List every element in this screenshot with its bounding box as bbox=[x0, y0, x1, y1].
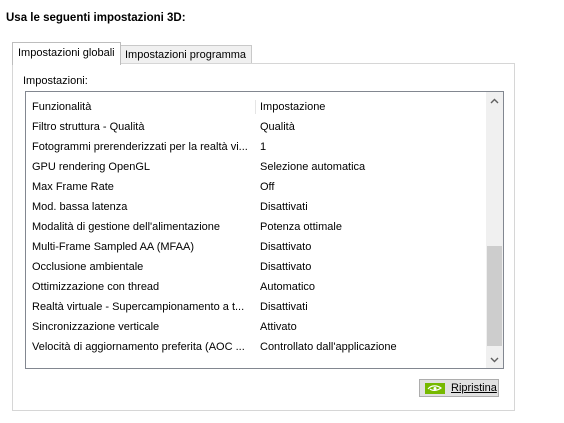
row-feature: GPU rendering OpenGL bbox=[32, 161, 151, 173]
settings-heading: Usa le seguenti impostazioni 3D: bbox=[6, 12, 186, 24]
row-setting: Potenza ottimale bbox=[260, 221, 342, 233]
row-setting: Disattivato bbox=[260, 261, 312, 273]
tab-program-settings[interactable]: Impostazioni programma bbox=[119, 45, 253, 64]
table-row[interactable]: Velocità di aggiornamento preferita (AOC… bbox=[26, 337, 486, 357]
row-setting: Selezione automatica bbox=[260, 161, 366, 173]
table-row[interactable]: Mod. bassa latenza Disattivati bbox=[26, 197, 486, 217]
table-row[interactable]: Ottimizzazione con thread Automatico bbox=[26, 277, 486, 297]
row-setting: Automatico bbox=[260, 281, 316, 293]
scroll-up-arrow-icon[interactable] bbox=[486, 92, 503, 109]
row-setting: Disattivati bbox=[260, 301, 308, 313]
scroll-down-arrow-icon[interactable] bbox=[486, 351, 503, 368]
table-row[interactable]: Max Frame Rate Off bbox=[26, 177, 486, 197]
table-row[interactable]: Realtà virtuale - Supercampionamento a t… bbox=[26, 297, 486, 317]
row-setting: Qualità bbox=[260, 121, 295, 133]
row-feature: Max Frame Rate bbox=[32, 181, 114, 193]
column-divider[interactable] bbox=[255, 100, 256, 114]
vertical-scrollbar[interactable] bbox=[486, 92, 503, 368]
column-header-feature[interactable]: Funzionalità bbox=[32, 97, 252, 117]
row-feature: Multi-Frame Sampled AA (MFAA) bbox=[32, 241, 194, 253]
row-feature: Fotogrammi prerenderizzati per la realtà… bbox=[32, 141, 248, 153]
table-row[interactable]: Fotogrammi prerenderizzati per la realtà… bbox=[26, 137, 486, 157]
table-row[interactable]: Filtro struttura - Qualità Qualità bbox=[26, 117, 486, 137]
row-setting: Controllato dall'applicazione bbox=[260, 341, 397, 353]
row-feature: Sincronizzazione verticale bbox=[32, 321, 160, 333]
table-row[interactable]: Multi-Frame Sampled AA (MFAA) Disattivato bbox=[26, 237, 486, 257]
settings-label: Impostazioni: bbox=[23, 75, 88, 87]
column-header-setting[interactable]: Impostazione bbox=[260, 97, 325, 117]
nvidia-logo-icon bbox=[425, 382, 445, 394]
table-row[interactable]: Sincronizzazione verticale Attivato bbox=[26, 317, 486, 337]
row-setting: Disattivato bbox=[260, 241, 312, 253]
tab-panel: Impostazioni: Funzionalità Impostazione … bbox=[12, 63, 515, 411]
row-setting: Off bbox=[260, 181, 275, 193]
list-header: Funzionalità Impostazione bbox=[26, 97, 486, 117]
row-feature: Velocità di aggiornamento preferita (AOC… bbox=[32, 341, 245, 353]
row-feature: Realtà virtuale - Supercampionamento a t… bbox=[32, 301, 245, 313]
tab-global-settings[interactable]: Impostazioni globali bbox=[12, 42, 121, 65]
row-feature: Ottimizzazione con thread bbox=[32, 281, 160, 293]
row-setting: Attivato bbox=[260, 321, 297, 333]
row-feature: Mod. bassa latenza bbox=[32, 201, 128, 213]
restore-button-label: Ripristina bbox=[451, 382, 497, 394]
table-row[interactable]: Occlusione ambientale Disattivato bbox=[26, 257, 486, 277]
row-setting: 1 bbox=[260, 141, 267, 153]
row-setting: Disattivati bbox=[260, 201, 308, 213]
settings-list[interactable]: Funzionalità Impostazione Filtro struttu… bbox=[25, 91, 504, 369]
restore-button[interactable]: Ripristina bbox=[419, 379, 499, 397]
scrollbar-thumb[interactable] bbox=[487, 246, 502, 346]
row-feature: Filtro struttura - Qualità bbox=[32, 121, 145, 133]
row-feature: Occlusione ambientale bbox=[32, 261, 144, 273]
table-row[interactable]: Modalità di gestione dell'alimentazione P… bbox=[26, 217, 486, 237]
row-feature: Modalità di gestione dell'alimentazione bbox=[32, 221, 220, 233]
table-row[interactable]: GPU rendering OpenGL Selezione automatica bbox=[26, 157, 486, 177]
